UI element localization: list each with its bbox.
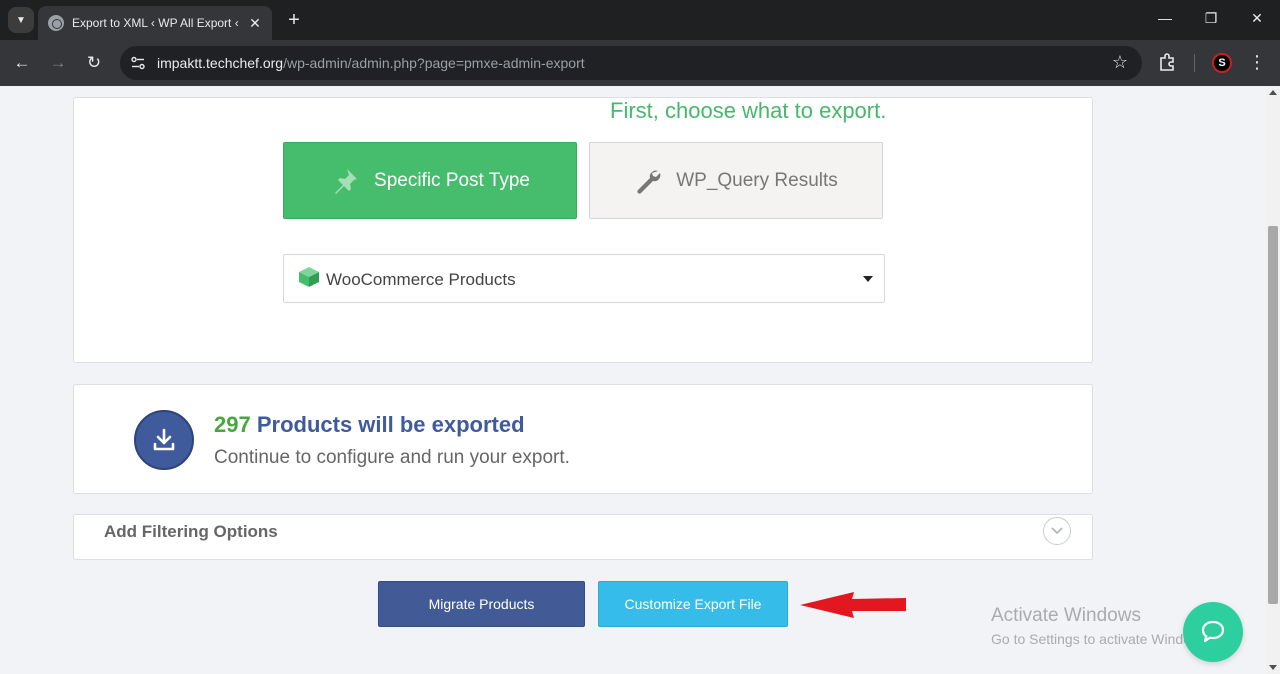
window-close-icon[interactable]: ✕ (1247, 10, 1267, 27)
scroll-down-arrow-icon[interactable] (1269, 665, 1277, 670)
specific-post-type-button[interactable]: Specific Post Type (283, 142, 577, 219)
forward-arrow-icon[interactable]: → (47, 52, 69, 74)
chat-support-button[interactable] (1183, 602, 1243, 662)
wp-query-results-button[interactable]: WP_Query Results (589, 142, 883, 219)
export-count-line: 297 Products will be exported (214, 412, 525, 438)
activate-windows-title: Activate Windows (991, 605, 1141, 626)
page-heading: First, choose what to export. (610, 98, 887, 123)
filtering-options-panel[interactable]: Add Filtering Options (73, 514, 1093, 560)
export-count: 297 (214, 412, 251, 437)
export-type-panel: First, choose what to export. Specific P… (73, 97, 1093, 363)
tab-title: Export to XML ‹ WP All Export ‹ (72, 16, 239, 30)
tab-search-chevron-icon[interactable]: ▼ (8, 7, 34, 33)
customize-export-file-button[interactable]: Customize Export File (598, 581, 788, 627)
toolbar-divider (1194, 54, 1195, 72)
address-bar[interactable]: impaktt.techchef.org/wp-admin/admin.php?… (120, 46, 1142, 80)
browser-tab[interactable]: Export to XML ‹ WP All Export ‹ ✕ (38, 6, 272, 40)
page-scrollbar[interactable] (1266, 86, 1280, 674)
specific-post-type-label: Specific Post Type (374, 169, 530, 191)
page-content: First, choose what to export. Specific P… (0, 86, 1266, 674)
export-summary-panel: 297 Products will be exported Continue t… (73, 384, 1093, 494)
wrench-icon (634, 167, 662, 195)
scroll-thumb[interactable] (1268, 226, 1278, 604)
new-tab-plus-icon[interactable]: + (282, 8, 306, 32)
export-subtitle: Continue to configure and run your expor… (214, 447, 570, 468)
bookmark-star-icon[interactable]: ☆ (1112, 52, 1128, 73)
tab-close-icon[interactable]: ✕ (246, 14, 264, 32)
back-arrow-icon[interactable]: ← (11, 52, 33, 74)
reload-icon[interactable]: ↻ (83, 52, 105, 74)
pushpin-icon (330, 166, 360, 196)
post-type-select[interactable]: WooCommerce Products (283, 254, 885, 303)
restore-icon[interactable]: ❐ (1201, 10, 1221, 27)
chat-bubble-icon (1201, 620, 1225, 643)
dropdown-caret-icon (863, 276, 873, 282)
scroll-up-arrow-icon[interactable] (1269, 90, 1277, 95)
url-text: impaktt.techchef.org/wp-admin/admin.php?… (157, 55, 585, 71)
migrate-products-button[interactable]: Migrate Products (378, 581, 585, 627)
export-count-label: Products will be exported (256, 412, 525, 437)
post-type-selected-value: WooCommerce Products (326, 270, 516, 289)
product-box-icon (299, 267, 319, 287)
activate-windows-subtitle: Go to Settings to activate Windows. (991, 631, 1212, 647)
filtering-options-label: Add Filtering Options (104, 522, 278, 541)
site-settings-icon[interactable] (130, 55, 146, 71)
minimize-icon[interactable]: — (1155, 10, 1175, 26)
red-annotation-arrow-icon (800, 592, 906, 618)
browser-tab-bar: ▼ Export to XML ‹ WP All Export ‹ ✕ + — … (0, 0, 1280, 40)
browser-toolbar: ← → ↻ impaktt.techchef.org/wp-admin/admi… (0, 40, 1280, 86)
browser-menu-icon[interactable]: ⋮ (1248, 52, 1266, 73)
wp-query-results-label: WP_Query Results (676, 169, 838, 191)
expand-chevron-icon[interactable] (1043, 517, 1071, 545)
profile-avatar[interactable]: S (1212, 53, 1232, 73)
globe-icon (48, 15, 64, 31)
extensions-puzzle-icon[interactable] (1158, 52, 1178, 72)
download-icon (134, 410, 194, 470)
